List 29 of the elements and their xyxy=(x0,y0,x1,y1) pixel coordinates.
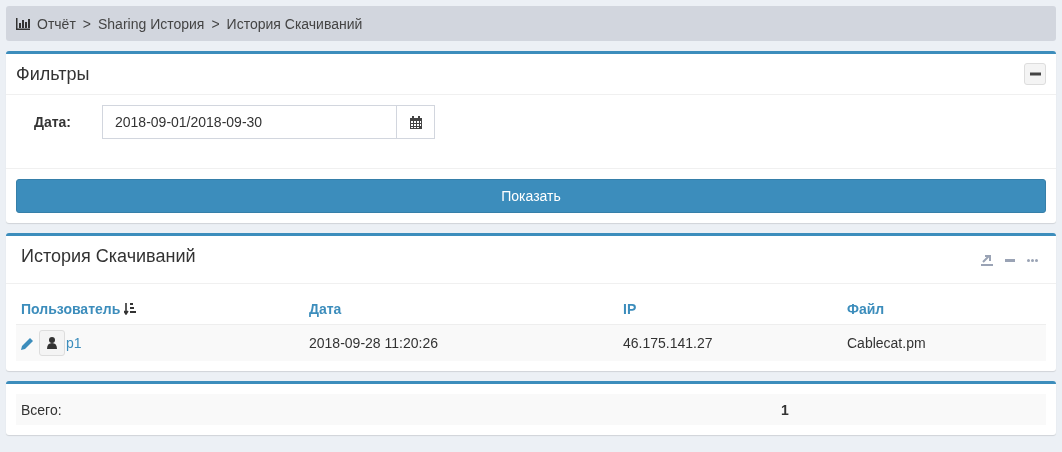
breadcrumb-link[interactable]: Отчёт xyxy=(37,15,76,32)
total-label: Всего: xyxy=(20,401,63,418)
breadcrumb-link[interactable]: Sharing История xyxy=(98,15,205,32)
column-header[interactable]: Пользователь xyxy=(21,301,121,317)
sort-icon[interactable] xyxy=(124,303,137,315)
user-link[interactable]: p1 xyxy=(66,335,82,351)
collapse-button[interactable] xyxy=(1024,63,1046,85)
pencil-icon[interactable] xyxy=(21,336,34,350)
bar-chart-icon xyxy=(16,17,30,30)
table-cell: Cablecat.pm xyxy=(847,335,926,351)
person-icon xyxy=(47,337,57,349)
date-field[interactable]: 2018-09-01/2018-09-30 xyxy=(102,105,397,139)
breadcrumb-separator: > xyxy=(211,15,220,32)
show-button[interactable]: Показать xyxy=(16,179,1046,213)
minus-icon xyxy=(1029,72,1041,76)
field-label: Дата: xyxy=(32,113,72,132)
calendar-button[interactable] xyxy=(397,105,435,139)
column-header[interactable]: Дата xyxy=(309,301,342,317)
total-value: 1 xyxy=(781,401,789,418)
table-cell: 46.175.141.27 xyxy=(623,335,713,351)
breadcrumb-separator: > xyxy=(82,15,91,32)
column-header[interactable]: Файл xyxy=(847,301,885,317)
column-header[interactable]: IP xyxy=(623,301,637,317)
calendar-icon xyxy=(409,115,422,129)
panel-title: Фильтры xyxy=(16,63,90,85)
breadcrumb-link[interactable]: История Скачиваний xyxy=(226,15,363,32)
user-button[interactable] xyxy=(39,330,65,356)
table-cell: 2018-09-28 11:20:26 xyxy=(309,335,438,351)
panel-title: История Скачиваний xyxy=(21,246,196,267)
